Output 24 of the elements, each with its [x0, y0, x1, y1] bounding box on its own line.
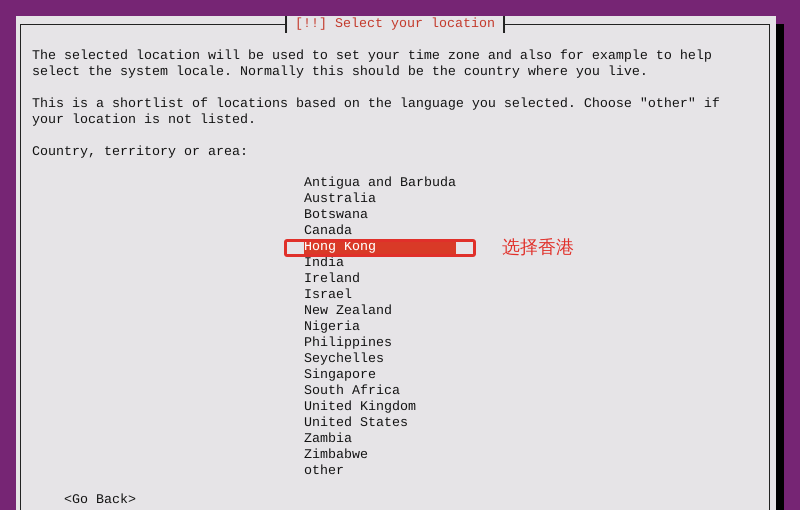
annotation-text: 选择香港 [502, 237, 574, 259]
prompt-label: Country, territory or area: [32, 145, 249, 161]
location-option[interactable]: Singapore [304, 369, 456, 383]
location-option[interactable]: Israel [304, 289, 456, 303]
description-text: This is a shortlist of locations based on the language you selected. Choose "other" if your location is not listed. [32, 97, 721, 129]
location-option[interactable]: Philippines [304, 337, 456, 351]
location-option[interactable]: Nigeria [304, 321, 456, 335]
location-option[interactable]: Zimbabwe [304, 449, 456, 463]
location-option[interactable]: Australia [304, 193, 456, 207]
location-option[interactable]: Botswana [304, 209, 456, 223]
location-option[interactable]: India [304, 257, 456, 271]
description-text: The selected location will be used to set your time zone and also for example to help select the system locale. Normally this should be the country where you live. [32, 49, 713, 81]
location-option[interactable]: United States [304, 417, 456, 431]
location-option[interactable]: Zambia [304, 433, 456, 447]
location-option[interactable]: Ireland [304, 273, 456, 287]
location-option[interactable]: Canada [304, 225, 456, 239]
location-option[interactable]: South Africa [304, 385, 456, 399]
dialog-title: [!!] Select your location [285, 16, 505, 33]
location-option[interactable]: United Kingdom [304, 401, 456, 415]
location-option[interactable]: Seychelles [304, 353, 456, 367]
go-back-button[interactable]: <Go Back> [64, 493, 136, 509]
location-option[interactable]: other [304, 465, 456, 479]
location-option[interactable]: Antigua and Barbuda [304, 177, 456, 191]
location-option[interactable]: New Zealand [304, 305, 456, 319]
